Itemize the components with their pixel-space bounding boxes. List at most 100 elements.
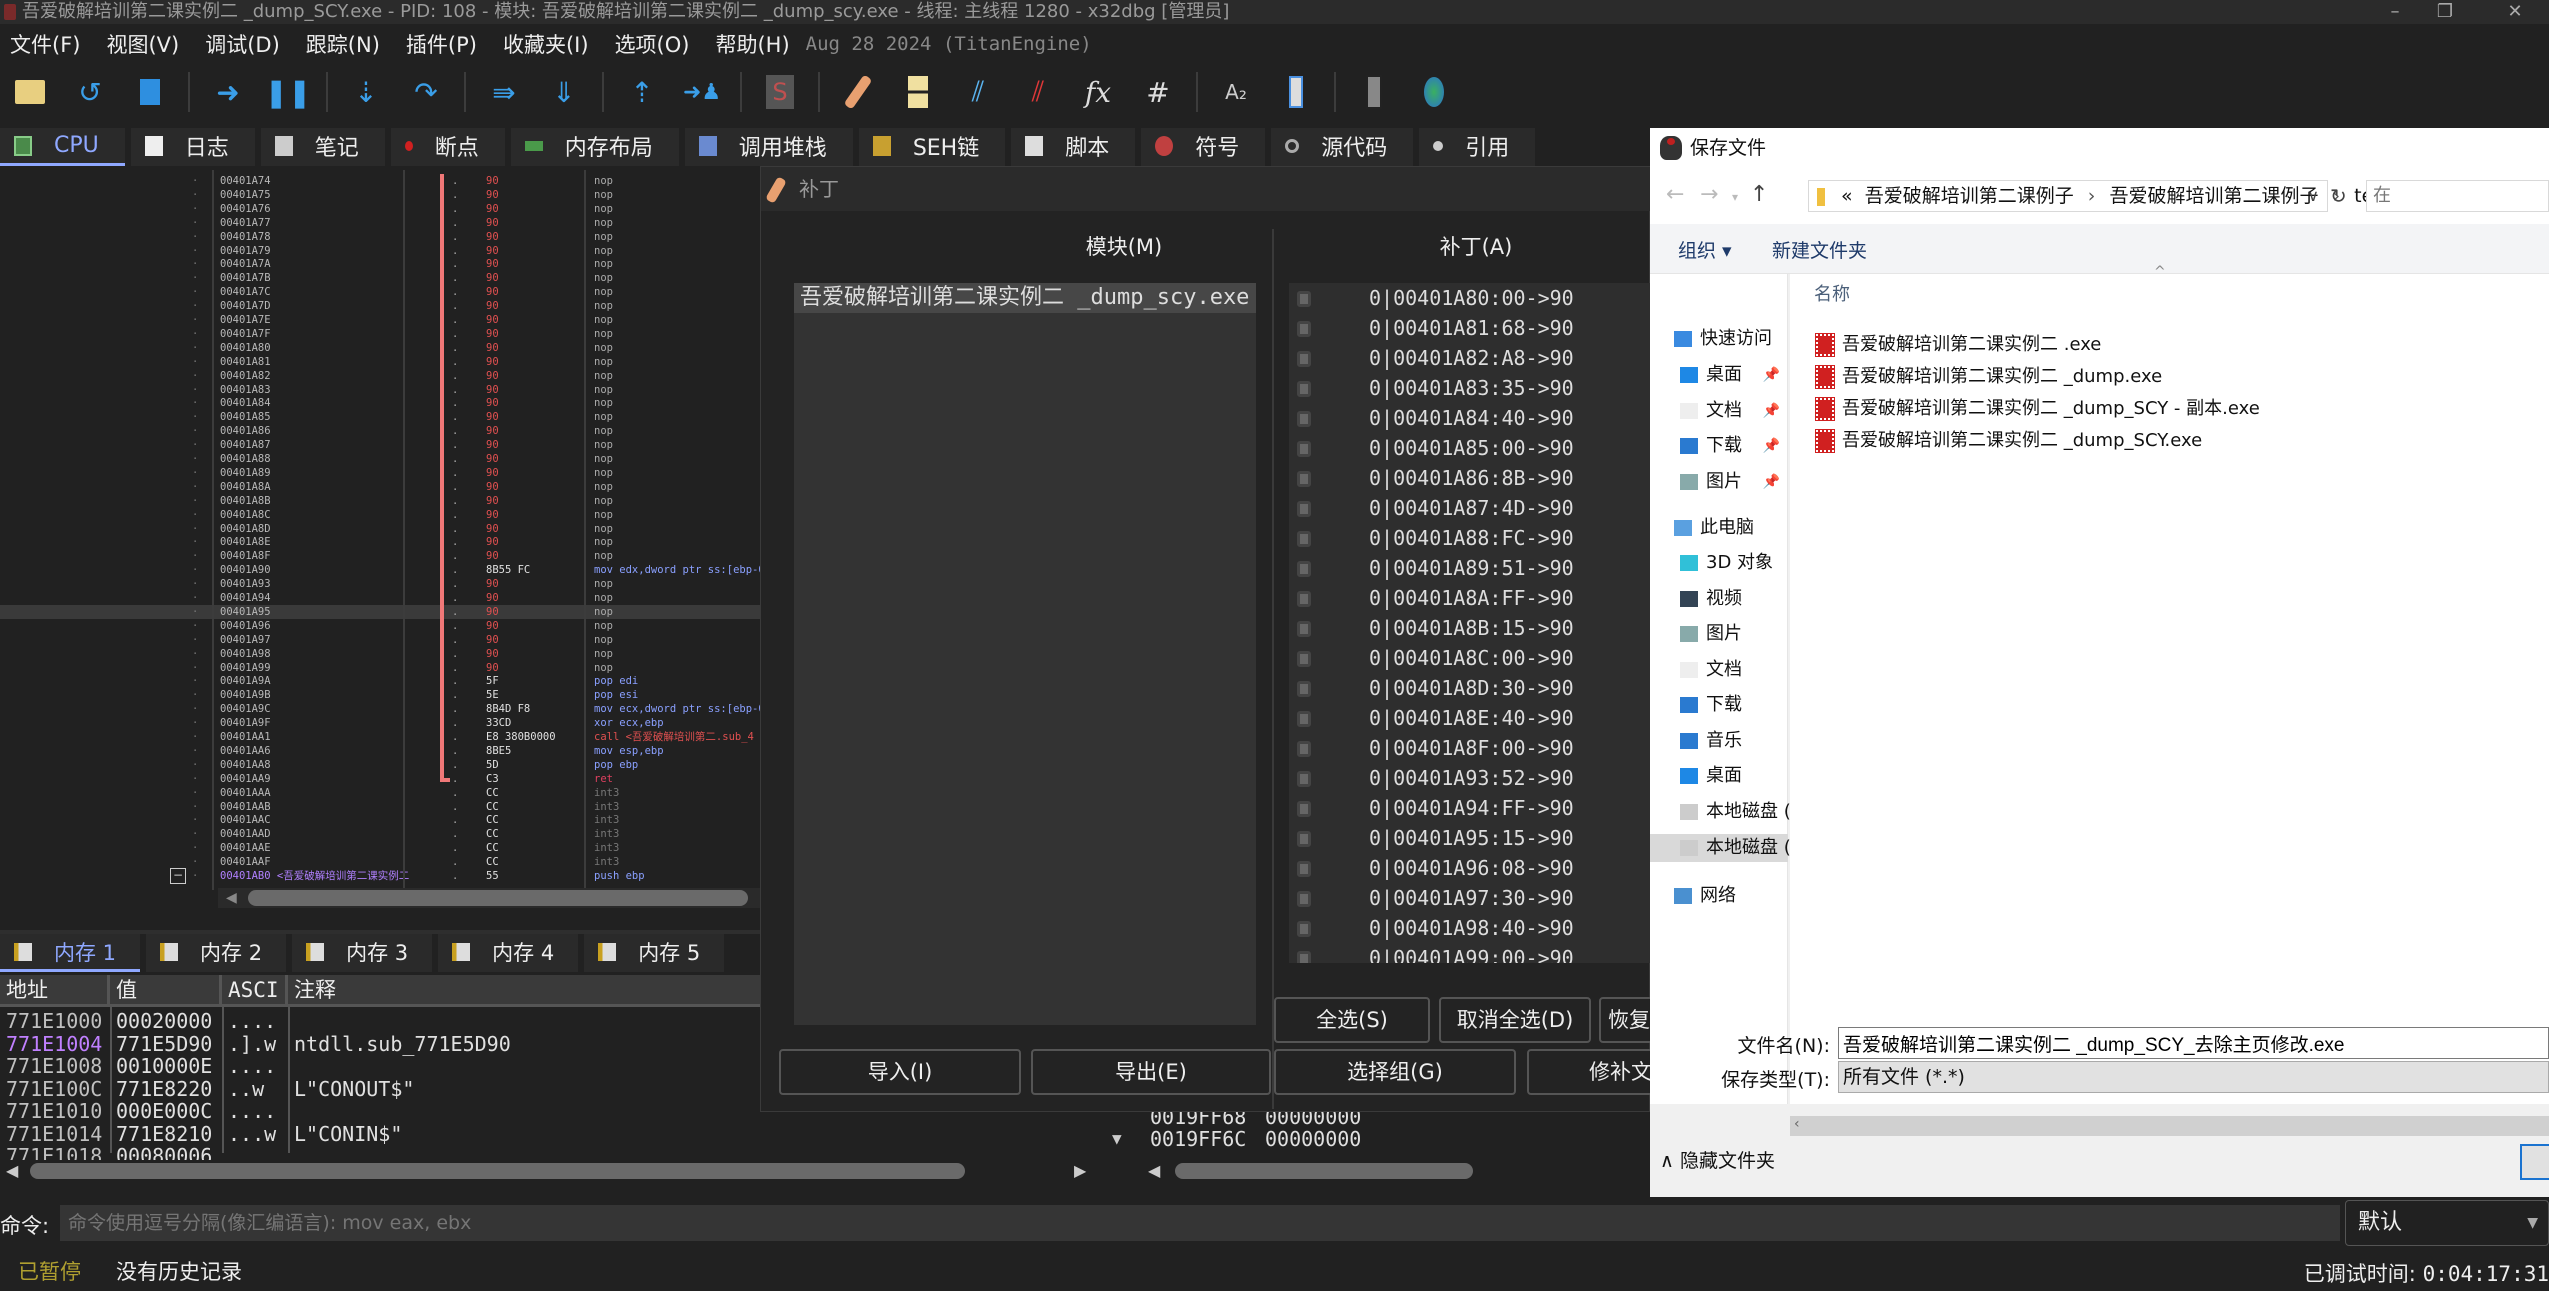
- file-item[interactable]: 吾爱破解培训第二课实例二 _dump.exe: [1815, 362, 2162, 392]
- bp-gutter[interactable]: ·: [192, 341, 198, 355]
- disasm-row[interactable]: · 00401A9A. 5F pop edi: [0, 674, 760, 688]
- disasm-row[interactable]: · 00401AAA. CC int3: [0, 786, 760, 800]
- menu-trace[interactable]: 跟踪(N): [296, 29, 396, 59]
- scroll-left-icon[interactable]: ‹: [1794, 1116, 1800, 1132]
- bp-gutter[interactable]: ·: [192, 522, 198, 536]
- patch-checkbox[interactable]: [1297, 651, 1311, 667]
- bp-gutter[interactable]: ·: [192, 855, 198, 869]
- patch-item[interactable]: 0|00401A94:FF->90: [1289, 793, 1651, 823]
- breadcrumb-item[interactable]: 吾爱破解培训第二课例子: [2109, 185, 2318, 207]
- disasm-row[interactable]: · 00401A8F. 90 nop: [0, 549, 760, 563]
- modules-list[interactable]: 吾爱破解培训第二课实例二 _dump_scy.exe: [794, 283, 1256, 1025]
- tab-dump-3[interactable]: 内存 3: [292, 934, 433, 972]
- disasm-row[interactable]: · 00401A76. 90 nop: [0, 202, 760, 216]
- bookmark-icon[interactable]: ⫽: [1016, 70, 1060, 114]
- tab-memory-map[interactable]: 内存布局: [510, 128, 679, 166]
- bp-gutter[interactable]: ·: [192, 605, 198, 619]
- filetype-select[interactable]: 所有文件 (*.*): [1838, 1061, 2549, 1093]
- bp-gutter[interactable]: ·: [192, 800, 198, 814]
- bp-gutter[interactable]: ·: [192, 577, 198, 591]
- patch-item[interactable]: 0|00401A89:51->90: [1289, 553, 1651, 583]
- patch-item[interactable]: 0|00401A97:30->90: [1289, 883, 1651, 913]
- patch-checkbox[interactable]: [1297, 681, 1311, 697]
- nav-pc-item[interactable]: 本地磁盘 (C:): [1650, 798, 1816, 826]
- scroll-left-icon[interactable]: ◀: [6, 1161, 18, 1180]
- nav-quick-item[interactable]: 图片 📌: [1650, 468, 1788, 496]
- patch-checkbox[interactable]: [1297, 891, 1311, 907]
- up-icon[interactable]: ↑: [1750, 182, 1768, 207]
- patch-item[interactable]: 0|00401A8A:FF->90: [1289, 583, 1651, 613]
- disasm-row[interactable]: · 00401A75. 90 nop: [0, 188, 760, 202]
- disasm-row[interactable]: · 00401A7A. 90 nop: [0, 257, 760, 271]
- patch-item[interactable]: 0|00401A95:15->90: [1289, 823, 1651, 853]
- patch-checkbox[interactable]: [1297, 291, 1311, 307]
- disasm-row[interactable]: · 00401A8E. 90 nop: [0, 535, 760, 549]
- nav-quick-item[interactable]: 文档 📌: [1650, 397, 1788, 425]
- bp-gutter[interactable]: ·: [192, 563, 198, 577]
- disasm-row[interactable]: · 00401A7F. 90 nop: [0, 327, 760, 341]
- bp-gutter[interactable]: ·: [192, 647, 198, 661]
- header-comment[interactable]: 注释: [288, 975, 760, 1004]
- dump-row[interactable]: 771E1004 771E5D90 .].w ntdll.sub_771E5D90: [0, 1033, 760, 1055]
- column-header-name[interactable]: 名称: [1814, 280, 1850, 306]
- dump-row[interactable]: 771E1014 771E8210 ...w L"CONIN$": [0, 1123, 760, 1145]
- dump-row[interactable]: 771E1000 00020000....: [0, 1010, 760, 1032]
- bp-gutter[interactable]: ·: [192, 452, 198, 466]
- bp-gutter[interactable]: ·: [192, 230, 198, 244]
- disasm-row[interactable]: · 00401A8D. 90 nop: [0, 522, 760, 536]
- trace-over-icon[interactable]: ⇓: [542, 70, 586, 114]
- organize-button[interactable]: 组织 ▾: [1678, 236, 1732, 263]
- search-input[interactable]: 在: [2366, 180, 2549, 212]
- nav-quick-item[interactable]: 桌面 📌: [1650, 361, 1788, 389]
- bp-gutter[interactable]: ·: [192, 841, 198, 855]
- menu-favourites[interactable]: 收藏夹(I): [493, 29, 605, 59]
- tab-breakpoints[interactable]: 断点: [390, 128, 505, 166]
- nav-pc-item[interactable]: 下载: [1650, 691, 1788, 719]
- tab-seh-chain[interactable]: SEH链: [858, 128, 1006, 166]
- nav-quick-item[interactable]: 下载 📌: [1650, 432, 1788, 460]
- dump-horizontal-scrollbar[interactable]: ◀ ▶: [0, 1160, 1100, 1182]
- file-item[interactable]: 吾爱破解培训第二课实例二 _dump_SCY - 副本.exe: [1815, 394, 2260, 424]
- execute-till-return-icon[interactable]: ⇡: [620, 70, 664, 114]
- tab-script[interactable]: 脚本: [1011, 128, 1136, 166]
- bp-gutter[interactable]: ·: [192, 188, 198, 202]
- bp-gutter[interactable]: ·: [192, 619, 198, 633]
- header-value[interactable]: 值: [110, 975, 222, 1004]
- bp-gutter[interactable]: ·: [192, 827, 198, 841]
- nav-pc-item[interactable]: 音乐: [1650, 727, 1788, 755]
- bp-gutter[interactable]: ·: [192, 813, 198, 827]
- nav-this-pc[interactable]: 此电脑: [1650, 514, 1788, 542]
- save-button[interactable]: [2520, 1144, 2549, 1180]
- minimize-button[interactable]: –: [2370, 0, 2420, 24]
- disasm-row[interactable]: · 00401A86. 90 nop: [0, 424, 760, 438]
- scroll-right-icon[interactable]: ▶: [1074, 1161, 1086, 1180]
- disasm-row[interactable]: · 00401A99. 90 nop: [0, 661, 760, 675]
- patch-item[interactable]: 0|00401A84:40->90: [1289, 403, 1651, 433]
- bp-gutter[interactable]: ·: [192, 313, 198, 327]
- patch-item[interactable]: 0|00401A8E:40->90: [1289, 703, 1651, 733]
- disasm-row[interactable]: · 00401A93. 90 nop: [0, 577, 760, 591]
- font-icon[interactable]: A₂: [1214, 70, 1258, 114]
- bp-gutter[interactable]: ·: [192, 591, 198, 605]
- export-button[interactable]: 导出(E): [1031, 1049, 1271, 1095]
- trace-into-icon[interactable]: ⇛: [482, 70, 526, 114]
- disasm-row[interactable]: · 00401AAF. CC int3: [0, 855, 760, 869]
- patch-checkbox[interactable]: [1297, 501, 1311, 517]
- bp-gutter[interactable]: ·: [192, 285, 198, 299]
- bp-gutter[interactable]: ·: [192, 716, 198, 730]
- deselect-all-button[interactable]: 取消全选(D): [1439, 997, 1591, 1043]
- dump-row[interactable]: 771E1008 0010000E....: [0, 1055, 760, 1077]
- calculator-device-icon[interactable]: [1274, 70, 1318, 114]
- patch-item[interactable]: 0|00401A93:52->90: [1289, 763, 1651, 793]
- bp-gutter[interactable]: ·: [192, 758, 198, 772]
- patch-icon[interactable]: [836, 70, 880, 114]
- scroll-left-icon[interactable]: ◀: [226, 890, 237, 906]
- nav-quick-access[interactable]: 快速访问: [1650, 325, 1788, 353]
- bp-gutter[interactable]: ·: [192, 661, 198, 675]
- bp-gutter[interactable]: ·: [192, 202, 198, 216]
- disasm-row[interactable]: · 00401A95. 90 nop: [0, 604, 760, 619]
- forward-icon[interactable]: →: [1700, 182, 1718, 207]
- scrollbar-thumb[interactable]: [30, 1163, 965, 1179]
- bp-gutter[interactable]: ·: [192, 744, 198, 758]
- bp-gutter[interactable]: ·: [192, 327, 198, 341]
